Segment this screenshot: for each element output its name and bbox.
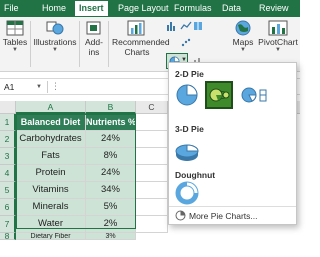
table-cell[interactable]: Dietary Fiber (16, 233, 86, 240)
section-title-doughnut: Doughnut (175, 170, 216, 180)
empty-cell[interactable] (136, 131, 168, 148)
chevron-down-icon: ▼ (240, 47, 246, 53)
table-cell[interactable]: 5% (86, 199, 136, 216)
ribbon-divider (30, 21, 31, 67)
more-pie-charts-item[interactable]: More Pie Charts... (169, 206, 296, 224)
maps-button[interactable]: Maps ▼ (228, 19, 258, 53)
tab-insert[interactable]: Insert (75, 1, 108, 16)
addins-group[interactable]: Add- ins (83, 19, 105, 57)
pie-of-pie-icon (209, 88, 230, 102)
globe-icon (232, 19, 254, 37)
pie-option-2d[interactable] (173, 81, 201, 109)
table-cell[interactable]: Protein (16, 165, 86, 182)
tab-data[interactable]: Data (222, 3, 241, 14)
column-header-a[interactable]: A (16, 101, 86, 114)
row-header[interactable]: 6 (0, 199, 16, 216)
table-cell[interactable]: Vitamins (16, 182, 86, 199)
ribbon-divider (108, 21, 109, 67)
chevron-down-icon: ▼ (275, 47, 281, 53)
ribbon-divider (79, 21, 80, 67)
pie-option-3d[interactable] (173, 137, 201, 165)
pivotchart-label: PivotChart (258, 37, 298, 47)
hierarchy-chart-icon[interactable] (193, 21, 203, 31)
pie-3d-icon (175, 144, 199, 161)
column-header-b[interactable]: B (86, 101, 136, 114)
table-cell[interactable]: 2% (86, 216, 136, 233)
table-cell[interactable]: Water (16, 216, 86, 233)
tab-review[interactable]: Review (259, 3, 289, 14)
recommended-label-line1: Recommended (112, 37, 170, 47)
pivotchart-icon (267, 19, 289, 37)
formula-divider (47, 81, 48, 93)
row-header[interactable]: 3 (0, 148, 16, 165)
row-header[interactable]: 2 (0, 131, 16, 148)
addins-label-line1: Add- (85, 37, 103, 47)
table-cell[interactable]: Carbohydrates (16, 131, 86, 148)
more-pie-charts-label: More Pie Charts... (189, 211, 258, 221)
pie-chart-dropdown: 2-D Pie 3-D Pie Doughnut More Pie Charts… (168, 62, 297, 225)
chevron-down-icon: ▼ (12, 47, 18, 53)
tables-label: Tables (2, 37, 28, 47)
table-cell[interactable]: 24% (86, 131, 136, 148)
pie-icon (175, 210, 186, 221)
illustrations-group[interactable]: Illustrations ▼ (33, 19, 77, 53)
table-cell[interactable]: Fats (16, 148, 86, 165)
chevron-down-icon[interactable]: ▼ (36, 81, 42, 93)
addins-icon (83, 19, 105, 37)
table-cell[interactable]: 8% (86, 148, 136, 165)
column-header-c[interactable]: C (136, 101, 168, 114)
empty-cell[interactable] (136, 199, 168, 216)
tab-page-layout[interactable]: Page Layout (118, 3, 169, 14)
empty-cell[interactable] (136, 165, 168, 182)
table-cell[interactable]: Minerals (16, 199, 86, 216)
table-cell[interactable]: 34% (86, 182, 136, 199)
pivotchart-button[interactable]: PivotChart ▼ (258, 19, 298, 53)
ribbon-tab-bar: File Home Insert Page Layout Formulas Da… (0, 0, 300, 17)
tab-home[interactable]: Home (42, 3, 66, 14)
row-header[interactable]: 5 (0, 182, 16, 199)
doughnut-icon (175, 181, 199, 205)
empty-cell[interactable] (136, 148, 168, 165)
tables-group[interactable]: Tables ▼ (2, 19, 28, 53)
scatter-chart-icon[interactable] (180, 38, 192, 48)
line-chart-icon[interactable] (180, 21, 192, 31)
recommended-charts-icon (126, 19, 148, 37)
maps-label: Maps (232, 37, 254, 47)
table-icon (4, 19, 26, 37)
shapes-icon (44, 19, 66, 37)
row-header[interactable]: 4 (0, 165, 16, 182)
row-header[interactable]: 1 (0, 114, 16, 131)
table-cell[interactable]: 24% (86, 165, 136, 182)
illustrations-label: Illustrations (33, 37, 77, 47)
tab-formulas[interactable]: Formulas (174, 3, 212, 14)
row-header[interactable]: 7 (0, 216, 16, 233)
chevron-down-icon: ▼ (52, 47, 58, 53)
column-chart-icon[interactable] (166, 21, 176, 31)
table-cell[interactable]: 3% (86, 233, 136, 240)
section-title-3d-pie: 3-D Pie (175, 124, 204, 134)
select-all-corner[interactable] (0, 101, 16, 114)
empty-cell[interactable] (136, 182, 168, 199)
doughnut-option[interactable] (173, 181, 201, 209)
formula-bar-grip[interactable]: ⋮ (51, 79, 60, 93)
section-title-2d-pie: 2-D Pie (175, 69, 204, 79)
table-header-cell[interactable]: Nutrients % (86, 114, 136, 131)
empty-cell[interactable] (136, 114, 168, 131)
tab-file[interactable]: File (4, 3, 19, 14)
recommended-label-line2: Charts (124, 47, 150, 57)
bar-of-pie-icon (241, 87, 267, 103)
pie-of-pie-option[interactable] (205, 81, 233, 109)
row-header[interactable]: 8 (0, 233, 16, 240)
addins-label-line2: ins (88, 47, 100, 57)
pie-icon (176, 84, 198, 106)
recommended-charts-button[interactable]: Recommended Charts (112, 19, 170, 57)
bar-of-pie-option[interactable] (239, 81, 269, 109)
table-header-cell[interactable]: Balanced Diet (16, 114, 86, 131)
empty-cell[interactable] (136, 216, 168, 233)
